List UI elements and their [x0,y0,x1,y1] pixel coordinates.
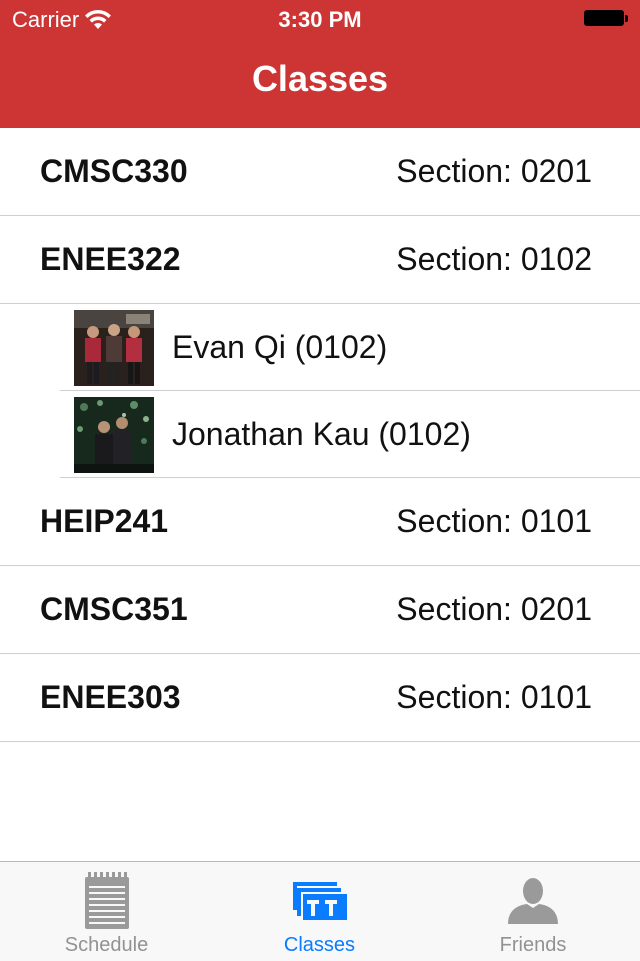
class-code: CMSC330 [40,153,188,189]
class-row[interactable]: ENEE303 Section: 0101 [0,654,640,742]
friend-name: Evan Qi (0102) [172,329,388,365]
class-section: Section: 0101 [396,503,592,539]
class-code: CMSC351 [40,591,188,627]
page-title: Classes [251,58,389,99]
classes-icon [292,882,347,920]
battery-icon [584,10,628,28]
class-code: ENEE303 [40,679,181,715]
friend-avatar [74,310,154,386]
class-code: ENEE322 [40,241,181,277]
tab-friends[interactable]: Friends [426,862,640,961]
tab-schedule[interactable]: Schedule [0,862,213,961]
classes-list: CMSC330 Section: 0201 ENEE322 Section: 0… [0,128,640,742]
class-section: Section: 0102 [396,241,592,277]
class-row[interactable]: CMSC330 Section: 0201 [0,128,640,216]
class-code: HEIP241 [40,503,169,539]
notepad-icon [84,872,129,929]
tab-label: Schedule [64,934,149,956]
friend-name: Jonathan Kau (0102) [172,416,471,452]
class-row[interactable]: CMSC351 Section: 0201 [0,566,640,654]
tab-label: Friends [499,934,567,956]
friend-row[interactable]: Evan Qi (0102) [0,304,640,391]
tab-label: Classes [283,934,356,956]
status-bar: Carrier 3:30 PM [0,0,640,40]
friend-avatar [74,397,154,473]
class-section: Section: 0101 [396,679,592,715]
status-time: 3:30 PM [278,7,362,32]
class-row[interactable]: ENEE322 Section: 0102 [0,216,640,304]
tab-bar: Schedule Classes Friends [0,861,640,961]
person-icon [508,878,558,924]
class-row[interactable]: HEIP241 Section: 0101 [0,478,640,566]
tab-classes[interactable]: Classes [213,862,426,961]
navigation-bar: Carrier 3:30 PM Classes [0,0,640,128]
friend-row[interactable]: Jonathan Kau (0102) [0,391,640,478]
class-section: Section: 0201 [396,591,592,627]
class-section: Section: 0201 [396,153,592,189]
